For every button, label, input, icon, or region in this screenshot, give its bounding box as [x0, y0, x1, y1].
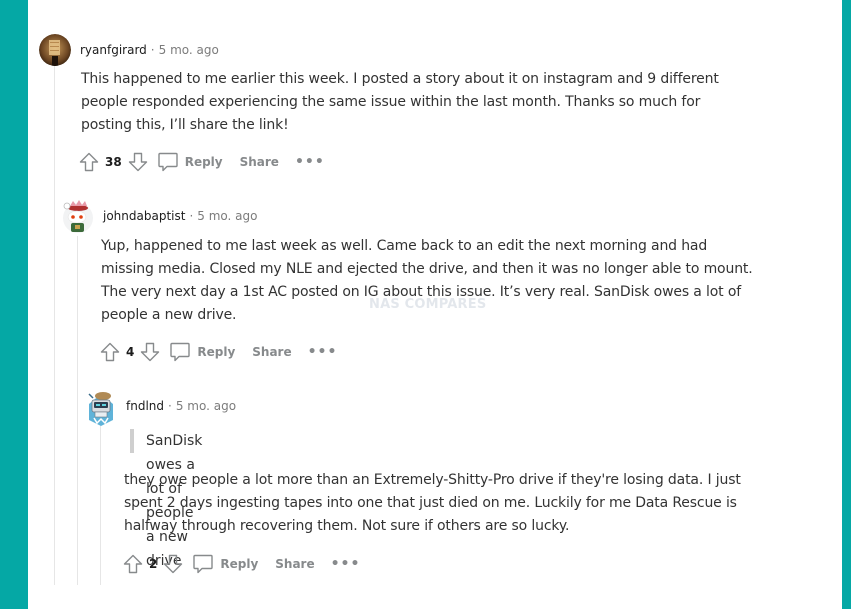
avatar[interactable]	[39, 34, 71, 66]
separator: ·	[150, 43, 155, 57]
comment-body-line: halfway through recovering them. Not sur…	[124, 518, 570, 534]
comment-meta: johndabaptist · 5 mo. ago	[103, 209, 258, 223]
right-frame-border	[842, 0, 851, 609]
downvote-button[interactable]	[162, 553, 184, 575]
comment-header: ryanfgirard · 5 mo. ago	[39, 34, 219, 66]
vote-count: 2	[149, 557, 158, 571]
snoo-avatar-icon	[63, 200, 93, 233]
vote-count: 38	[105, 155, 122, 169]
comment-body-line: Yup, happened to me last week as well. C…	[101, 238, 708, 254]
vote-count: 4	[126, 345, 135, 359]
comment-age[interactable]: 5 mo. ago	[159, 43, 219, 57]
upvote-button[interactable]	[99, 341, 121, 363]
comment-body: Yup, happened to me last week as well. C…	[101, 235, 821, 327]
comment-body-line: This happened to me earlier this week. I…	[81, 71, 719, 87]
reply-button[interactable]: Reply	[157, 151, 223, 173]
snoo-avatar-icon	[88, 392, 113, 426]
more-options-button[interactable]: •••	[308, 345, 338, 359]
comment-age[interactable]: 5 mo. ago	[197, 209, 257, 223]
more-options-button[interactable]: •••	[295, 155, 325, 169]
downvote-arrow-icon	[128, 152, 147, 172]
comment-bubble-icon	[158, 152, 178, 172]
thread-line-level-1[interactable]	[54, 60, 55, 585]
reply-label: Reply	[184, 155, 223, 169]
comment-body-line: spent 2 days ingesting tapes into one th…	[124, 495, 737, 511]
thread-line-level-3[interactable]	[100, 424, 101, 585]
upvote-arrow-icon	[123, 554, 143, 574]
reply-label: Reply	[197, 345, 236, 359]
upvote-arrow-icon	[79, 152, 99, 172]
downvote-button[interactable]	[139, 341, 161, 363]
upvote-button[interactable]	[122, 553, 144, 575]
downvote-arrow-icon	[164, 554, 183, 574]
author-name[interactable]: ryanfgirard	[80, 43, 147, 57]
photo-avatar-icon	[39, 34, 71, 66]
share-button[interactable]: Share	[252, 345, 291, 359]
comment-header: johndabaptist · 5 mo. ago	[62, 200, 258, 233]
comment-body: This happened to me earlier this week. I…	[81, 68, 801, 137]
more-options-button[interactable]: •••	[331, 557, 361, 571]
blockquote: SanDisk owes a lot of people a new drive	[130, 429, 202, 569]
upvote-arrow-icon	[100, 342, 120, 362]
comment-bubble-icon	[193, 554, 214, 574]
downvote-arrow-icon	[141, 342, 160, 362]
avatar[interactable]	[85, 390, 117, 426]
share-button[interactable]: Share	[240, 155, 279, 169]
upvote-button[interactable]	[78, 151, 100, 173]
reply-button[interactable]: Reply	[169, 341, 235, 363]
reply-button[interactable]: Reply	[192, 553, 258, 575]
comment-age[interactable]: 5 mo. ago	[176, 399, 236, 413]
comment-body: they owe people a lot more than an Extre…	[124, 469, 824, 538]
separator: ·	[168, 399, 172, 413]
comment-actions: 38 Reply Share •••	[78, 150, 325, 174]
comment-header: fndlnd · 5 mo. ago	[85, 390, 236, 426]
comment-body-line: they owe people a lot more than an Extre…	[124, 472, 741, 488]
comment-meta: ryanfgirard · 5 mo. ago	[80, 43, 219, 57]
comment-bubble-icon	[170, 342, 191, 362]
avatar[interactable]	[62, 200, 94, 233]
comment-body-line: The very next day a 1st AC posted on IG …	[101, 284, 742, 300]
comment-actions: 2 Reply Share •••	[122, 552, 360, 576]
comment-body-line: posting this, I’ll share the link!	[81, 117, 289, 133]
comment-actions: 4 Reply Share •••	[99, 340, 337, 364]
left-frame-border	[0, 0, 28, 609]
reply-label: Reply	[220, 557, 259, 571]
comment-meta: fndlnd · 5 mo. ago	[126, 399, 236, 413]
share-button[interactable]: Share	[275, 557, 314, 571]
author-name[interactable]: fndlnd	[126, 399, 164, 413]
comment-thread: NAS COMPARES ryanfgirard · 5 mo. ago Thi…	[28, 0, 842, 609]
downvote-button[interactable]	[127, 151, 149, 173]
comment-body-line: missing media. Closed my NLE and ejected…	[101, 261, 753, 277]
separator: ·	[189, 209, 194, 223]
comment-body-line: people responded experiencing the same i…	[81, 94, 701, 110]
author-name[interactable]: johndabaptist	[103, 209, 185, 223]
comment-body-line: people a new drive.	[101, 307, 237, 323]
thread-line-level-2[interactable]	[77, 236, 78, 585]
